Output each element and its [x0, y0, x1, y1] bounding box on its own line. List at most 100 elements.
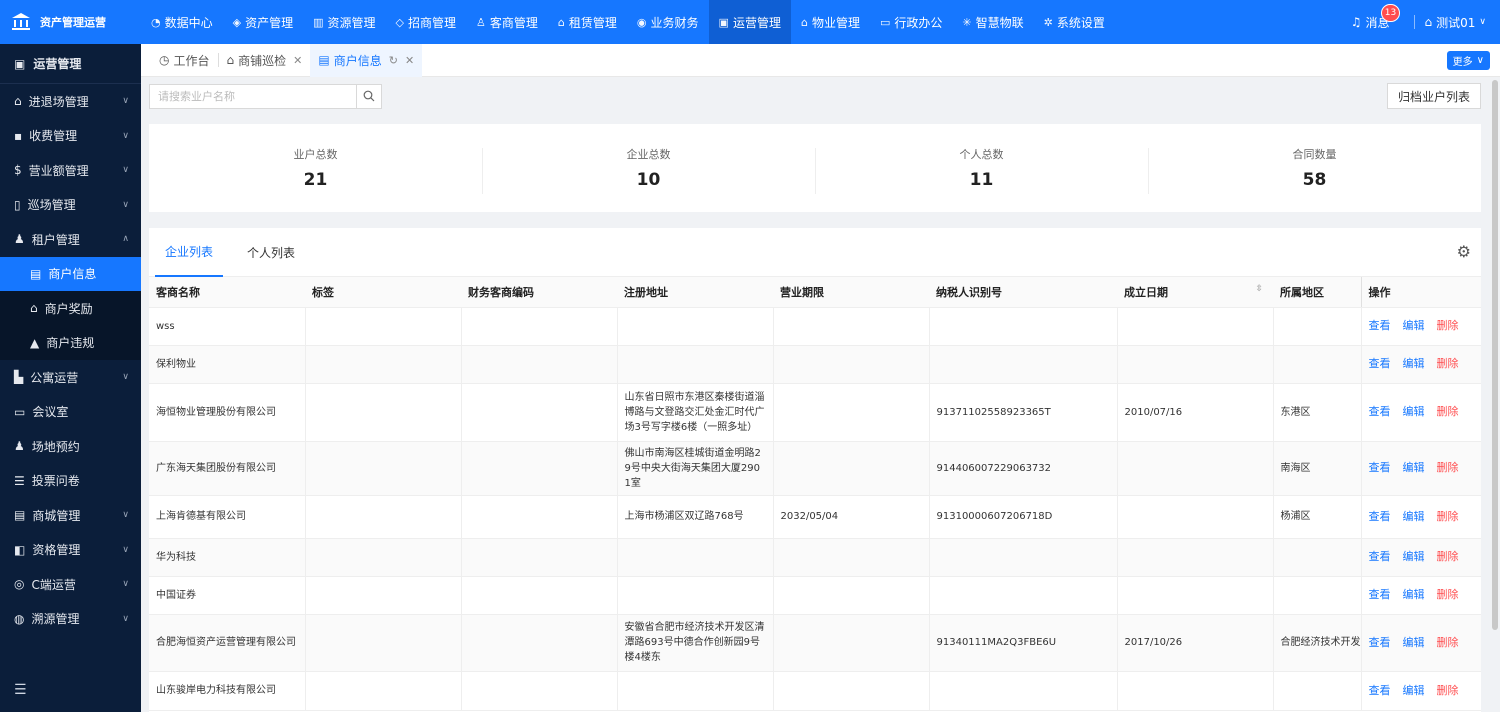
topnav-item[interactable]: ✲ 系统设置	[1034, 0, 1115, 44]
sidebar-item[interactable]: ☰ 投票问卷	[0, 464, 141, 499]
delete-link[interactable]: 删除	[1437, 319, 1459, 332]
topnav-item[interactable]: ▭ 行政办公	[870, 0, 952, 44]
view-link[interactable]: 查看	[1369, 550, 1391, 563]
meeting-room-icon: ▭	[14, 404, 26, 419]
cell-founded	[1117, 441, 1274, 496]
delete-link[interactable]: 删除	[1437, 588, 1459, 601]
sidebar-item[interactable]: ⌂ 进退场管理 ∨	[0, 84, 141, 119]
cell-term	[773, 538, 930, 577]
table-row: 山东骏岸电力科技有限公司 查看 编辑 删除	[149, 671, 1481, 711]
sidebar-item[interactable]: ◎ C端运营 ∨	[0, 567, 141, 602]
tenant-icon: ♟	[14, 232, 25, 247]
sidebar-item[interactable]: ▭ 会议室	[0, 395, 141, 430]
topnav-item[interactable]: ▣ 运营管理	[708, 0, 791, 44]
divider	[1413, 15, 1415, 29]
view-link[interactable]: 查看	[1369, 461, 1391, 474]
col-header-tag: 标签	[305, 277, 461, 308]
topnav-item[interactable]: ◇ 招商管理	[386, 0, 466, 44]
delete-link[interactable]: 删除	[1437, 550, 1459, 563]
sidebar-item[interactable]: ◍ 溯源管理 ∨	[0, 602, 141, 637]
edit-link[interactable]: 编辑	[1403, 684, 1425, 697]
edit-link[interactable]: 编辑	[1403, 405, 1425, 418]
sidebar-item[interactable]: ♟ 场地预约	[0, 429, 141, 464]
delete-link[interactable]: 删除	[1437, 684, 1459, 697]
archive-list-button[interactable]: 归档业户列表	[1386, 83, 1481, 109]
topnav-item[interactable]: ◔ 数据中心	[141, 0, 223, 44]
stat-label: 合同数量	[1292, 148, 1337, 161]
view-link[interactable]: 查看	[1369, 684, 1391, 697]
cube-icon: ◈	[232, 15, 242, 29]
more-button[interactable]: 更多 ∨	[1446, 50, 1490, 70]
sidebar-item[interactable]: ◧ 资格管理 ∨	[0, 533, 141, 568]
edit-link[interactable]: 编辑	[1403, 510, 1425, 523]
view-link[interactable]: 查看	[1369, 636, 1391, 649]
sidebar-item-label: 投票问卷	[31, 474, 80, 489]
close-icon[interactable]: ✕	[293, 54, 302, 67]
operations-icon: ▣	[718, 15, 729, 29]
search-input[interactable]	[150, 84, 356, 108]
sidebar-item[interactable]: ♟ 租户管理 ∧	[0, 222, 141, 257]
page-scrollbar[interactable]	[1492, 80, 1498, 630]
tab-merchant-info[interactable]: ▤ 商户信息 ↻ ✕	[310, 43, 423, 77]
view-link[interactable]: 查看	[1369, 510, 1391, 523]
sidebar-subitem[interactable]: ▲ 商户违规	[0, 325, 141, 360]
cell-finance-code	[461, 614, 618, 672]
sort-icon[interactable]: ⇳	[1255, 284, 1263, 294]
topnav-item[interactable]: ✳ 智慧物联	[952, 0, 1033, 44]
col-header-founded[interactable]: 成立日期 ⇳	[1117, 277, 1273, 308]
tab-individual-list[interactable]: 个人列表	[237, 228, 305, 277]
cell-finance-code	[461, 495, 618, 539]
view-link[interactable]: 查看	[1369, 357, 1391, 370]
sidebar-item[interactable]: $ 营业额管理 ∨	[0, 153, 141, 188]
edit-link[interactable]: 编辑	[1403, 357, 1425, 370]
edit-link[interactable]: 编辑	[1403, 319, 1425, 332]
chevron-down-icon: ∨	[122, 544, 129, 555]
delete-link[interactable]: 删除	[1437, 510, 1459, 523]
gear-icon[interactable]: ⚙	[1457, 242, 1471, 261]
delete-link[interactable]: 删除	[1437, 636, 1459, 649]
user-menu[interactable]: ⌂ 测试01 ∨	[1425, 14, 1487, 31]
edit-link[interactable]: 编辑	[1403, 636, 1425, 649]
patrol-icon: ▯	[14, 197, 21, 212]
tab-workbench[interactable]: ◷ 工作台	[151, 44, 218, 77]
collapse-menu-icon[interactable]: ☰	[14, 682, 27, 698]
cell-actions: 查看 编辑 删除	[1360, 495, 1481, 539]
sidebar-item[interactable]: ▪ 收费管理 ∨	[0, 119, 141, 154]
stat-value: 58	[1302, 170, 1327, 190]
topnav-item[interactable]: ⌂ 租赁管理	[548, 0, 627, 44]
stat-value: 11	[969, 170, 994, 190]
sidebar-item[interactable]: ▤ 商城管理 ∨	[0, 498, 141, 533]
sidebar-subitem[interactable]: ▤ 商户信息	[0, 256, 141, 291]
topnav-item[interactable]: ♙ 客商管理	[466, 0, 548, 44]
cell-name: 广东海天集团股份有限公司	[149, 441, 306, 496]
delete-link[interactable]: 删除	[1437, 357, 1459, 370]
tab-enterprise-list[interactable]: 企业列表	[155, 228, 224, 277]
delete-link[interactable]: 删除	[1437, 461, 1459, 474]
view-link[interactable]: 查看	[1369, 588, 1391, 601]
edit-link[interactable]: 编辑	[1403, 588, 1425, 601]
topnav-item[interactable]: ◈ 资产管理	[223, 0, 303, 44]
col-header-region: 所属地区	[1273, 277, 1361, 308]
view-link[interactable]: 查看	[1369, 319, 1391, 332]
tab-shop-inspection[interactable]: ⌂ 商铺巡检 ✕	[219, 44, 311, 77]
edit-link[interactable]: 编辑	[1403, 461, 1425, 474]
edit-link[interactable]: 编辑	[1403, 550, 1425, 563]
search-icon[interactable]	[356, 84, 381, 108]
topnav-item[interactable]: ◉ 业务财务	[627, 0, 709, 44]
cell-actions: 查看 编辑 删除	[1360, 441, 1481, 496]
view-link[interactable]: 查看	[1369, 405, 1391, 418]
cell-address	[617, 671, 774, 711]
messages-button[interactable]: ♫ 消息 13	[1351, 3, 1401, 31]
sidebar-item[interactable]: ▙ 公寓运营 ∨	[0, 360, 141, 395]
sidebar-subitem[interactable]: ⌂ 商户奖励	[0, 291, 141, 326]
delete-link[interactable]: 删除	[1437, 405, 1459, 418]
brand[interactable]: 资产管理运营	[0, 0, 141, 44]
sidebar-item[interactable]: ▯ 巡场管理 ∨	[0, 188, 141, 223]
close-icon[interactable]: ✕	[405, 54, 414, 67]
refresh-icon[interactable]: ↻	[389, 54, 398, 67]
topnav-item[interactable]: ⌂ 物业管理	[791, 0, 870, 44]
settings-icon: ✲	[1043, 15, 1053, 29]
cell-founded	[1117, 538, 1274, 577]
topnav-item[interactable]: ▥ 资源管理	[303, 0, 385, 44]
cell-tag	[305, 383, 462, 442]
